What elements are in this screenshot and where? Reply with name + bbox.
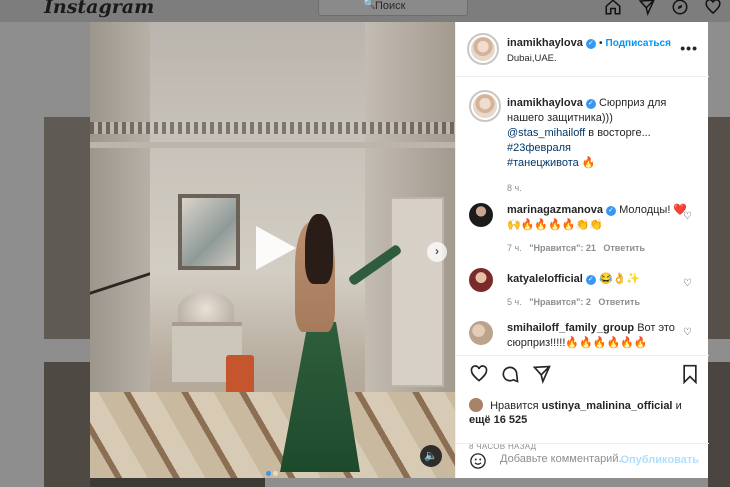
emoji-icon[interactable]: [469, 452, 487, 475]
comments-list: inamikhaylova ✓ Сюрприз для нашего защит…: [456, 78, 709, 376]
caption-time[interactable]: 8 ч.: [507, 181, 699, 196]
video-scene: [90, 122, 455, 134]
search-icon: 🔍: [363, 0, 376, 10]
verified-badge-icon: ✓: [606, 206, 617, 216]
instagram-logo[interactable]: Instagram: [44, 0, 154, 18]
comment-text: 😂👌✨: [598, 273, 641, 285]
reply-button[interactable]: Ответить: [603, 243, 645, 253]
comment-likes[interactable]: "Нравится": 21: [529, 243, 596, 253]
comment-item: smihailoff_family_group Вот это сюрприз!…: [469, 321, 699, 351]
feed-tile: [44, 362, 90, 487]
author-username[interactable]: inamikhaylova: [507, 37, 583, 49]
like-comment-icon[interactable]: ♡: [683, 276, 692, 291]
comment-time[interactable]: 7 ч.: [507, 243, 522, 253]
likes-summary: Нравится ustinya_malinina_official и ещё…: [469, 398, 699, 427]
caption-username[interactable]: inamikhaylova: [507, 97, 583, 109]
next-slide-button[interactable]: ›: [427, 242, 447, 262]
slide-dot: [266, 471, 271, 476]
comment-item: marinagazmanova ✓ Молодцы! ❤️🙌🔥🔥🔥🔥👏👏 7 ч…: [469, 203, 699, 256]
post-header: inamikhaylova ✓ • Подписаться Dubai,UAE.…: [456, 22, 709, 77]
fire-emoji: 🔥: [581, 157, 596, 169]
like-comment-icon[interactable]: ♡: [683, 325, 692, 340]
comment-username[interactable]: smihailoff_family_group: [507, 322, 634, 334]
author-avatar[interactable]: [469, 90, 501, 122]
dot-separator: •: [598, 38, 603, 49]
likes-count[interactable]: ещё 16 525: [469, 414, 527, 426]
activity-heart-icon[interactable]: [703, 0, 723, 18]
share-icon[interactable]: [532, 364, 552, 390]
author-line: inamikhaylova ✓ • Подписаться: [507, 37, 671, 49]
video-scene: [90, 22, 150, 402]
video-scene: [178, 194, 240, 270]
comment-meta: 7 ч. "Нравится": 21 Ответить: [507, 241, 699, 256]
verified-badge-icon: ✓: [585, 99, 596, 109]
play-icon[interactable]: [250, 222, 300, 274]
save-bookmark-icon[interactable]: [681, 364, 699, 390]
feed-tile: [90, 478, 265, 487]
comment-likes[interactable]: "Нравится": 2: [529, 297, 591, 307]
post-location[interactable]: Dubai,UAE.: [507, 53, 557, 64]
post-side-panel: inamikhaylova ✓ • Подписаться Dubai,UAE.…: [455, 22, 709, 478]
hashtag-link[interactable]: #танецживота: [507, 157, 579, 169]
more-options-icon[interactable]: •••: [680, 40, 698, 56]
publish-button[interactable]: Опубликовать: [620, 454, 699, 466]
like-heart-icon[interactable]: [469, 364, 489, 390]
reply-button[interactable]: Ответить: [598, 297, 640, 307]
slide-indicator: [266, 463, 280, 478]
home-icon[interactable]: [603, 0, 623, 18]
verified-badge-icon: ✓: [585, 275, 596, 285]
video-scene: [305, 214, 333, 284]
feed-tile: [44, 117, 90, 339]
commenter-avatar[interactable]: [469, 321, 493, 345]
top-nav: Instagram 🔍 Поиск: [0, 0, 730, 22]
slide-dot: [273, 471, 278, 476]
like-comment-icon[interactable]: ♡: [683, 209, 692, 224]
comment-username[interactable]: katyalelofficial: [507, 273, 583, 285]
likes-prefix: Нравится: [490, 400, 539, 412]
comment-time[interactable]: 5 ч.: [507, 297, 522, 307]
likes-and: и: [675, 400, 682, 412]
caption-mention[interactable]: @stas_mihailoff: [507, 127, 585, 139]
liker-username[interactable]: ustinya_malinina_official: [542, 400, 673, 412]
sound-toggle-icon[interactable]: 🔈: [420, 445, 442, 467]
search-placeholder: Поиск: [375, 0, 406, 12]
direct-icon[interactable]: [637, 0, 657, 18]
liker-avatar[interactable]: [469, 398, 483, 412]
video-scene: [390, 197, 444, 387]
feed-tile: [708, 117, 730, 339]
explore-icon[interactable]: [670, 0, 690, 18]
verified-badge-icon: ✓: [585, 39, 596, 49]
comment-username[interactable]: marinagazmanova: [507, 204, 603, 216]
follow-button[interactable]: Подписаться: [606, 38, 671, 49]
video-scene: [90, 142, 455, 148]
post-caption: inamikhaylova ✓ Сюрприз для нашего защит…: [469, 90, 699, 196]
feed-tile: [708, 362, 730, 487]
search-input[interactable]: 🔍 Поиск: [318, 0, 468, 16]
comment-item: katyalelofficial ✓ 😂👌✨ 5 ч. "Нравится": …: [469, 268, 699, 310]
hashtag-link[interactable]: #23февраля: [507, 142, 571, 154]
comment-input[interactable]: [500, 453, 625, 465]
add-comment-bar: Опубликовать: [456, 443, 709, 478]
caption-text-2: в восторге...: [588, 127, 651, 139]
post-video[interactable]: › 🔈: [90, 22, 455, 478]
comment-icon[interactable]: [500, 364, 520, 390]
video-scene: [178, 292, 234, 326]
author-avatar[interactable]: [467, 33, 499, 65]
comment-meta: 5 ч. "Нравится": 2 Ответить: [507, 295, 699, 310]
commenter-avatar[interactable]: [469, 268, 493, 292]
commenter-avatar[interactable]: [469, 203, 493, 227]
